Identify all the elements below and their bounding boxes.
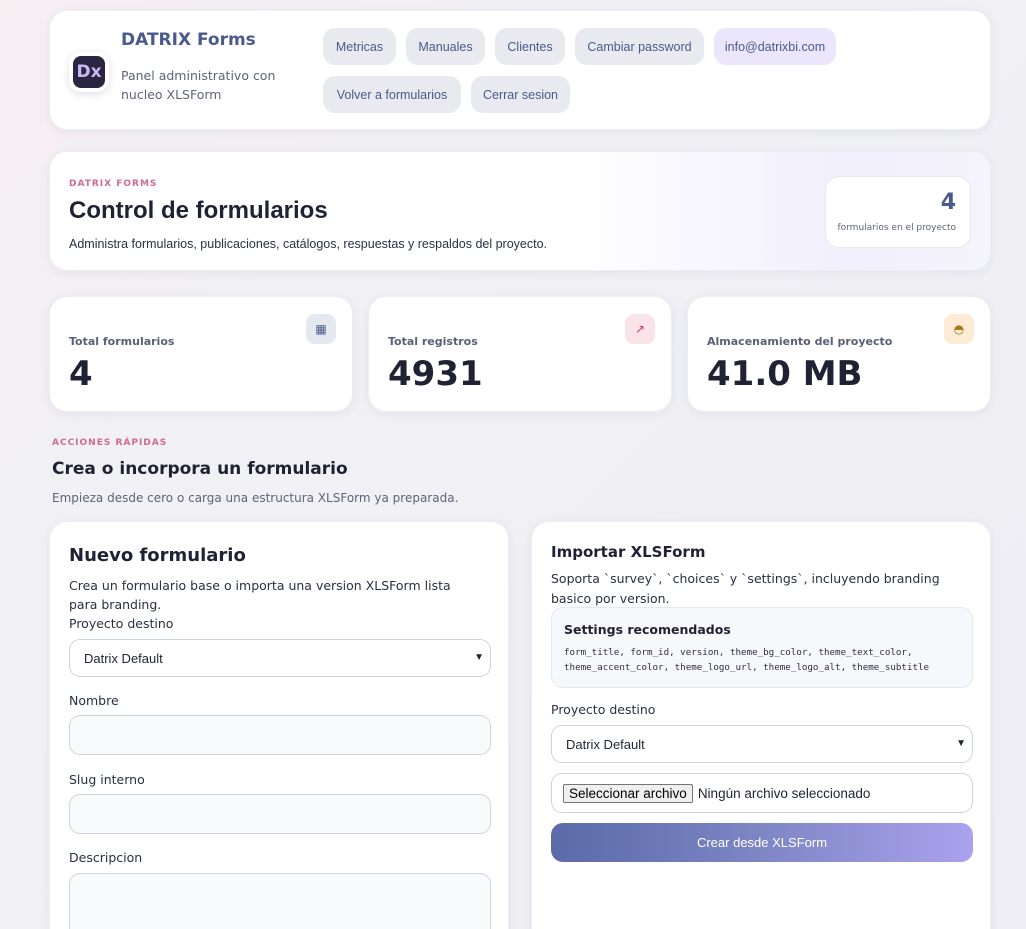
- nav-metricas-button[interactable]: Metricas: [323, 28, 396, 65]
- file-status: Ningún archivo seleccionado: [697, 785, 871, 801]
- brand-subtitle: Panel administrativo con nucleo XLSForm: [121, 68, 276, 102]
- select-file-button[interactable]: Seleccionar archivo: [563, 783, 693, 803]
- import-project-select[interactable]: Datrix Default ▼: [551, 725, 973, 763]
- project-select-value: Datrix Default: [84, 650, 163, 666]
- description-field-label: Descripcion: [69, 850, 143, 865]
- user-email-badge[interactable]: info@datrixbi.com: [714, 28, 836, 65]
- grid-icon: ▦: [306, 314, 336, 344]
- settings-title: Settings recomendados: [564, 622, 731, 637]
- new-form-description: Crea un formulario base o importa una ve…: [69, 578, 451, 612]
- recommended-settings-box: Settings recomendados form_title, form_i…: [551, 607, 973, 688]
- stat-value: 41.0 MB: [707, 354, 863, 394]
- nav-cambiar-password-button[interactable]: Cambiar password: [575, 28, 704, 65]
- forms-count-card: 4 formularios en el proyecto: [825, 176, 971, 248]
- page-title: Control de formularios: [69, 197, 328, 224]
- import-project-label: Proyecto destino: [551, 702, 656, 717]
- stat-card-almacenamiento: ◓ Almacenamiento del proyecto 41.0 MB: [687, 296, 991, 412]
- hero-kicker: DATRIX FORMS: [69, 179, 158, 189]
- nav-clientes-button[interactable]: Clientes: [495, 28, 565, 65]
- import-xlsform-card: Importar XLSForm Soporta `survey`, `choi…: [531, 521, 991, 929]
- file-input[interactable]: Seleccionar archivo Ningún archivo selec…: [551, 773, 973, 813]
- settings-code: form_title, form_id, version, theme_bg_c…: [564, 647, 930, 673]
- quick-actions-title: Crea o incorpora un formulario: [52, 459, 348, 479]
- import-title: Importar XLSForm: [551, 543, 706, 561]
- create-from-xlsform-button[interactable]: Crear desde XLSForm: [551, 823, 973, 862]
- stat-value: 4: [69, 354, 93, 394]
- project-field-label: Proyecto destino: [69, 616, 174, 631]
- forms-count-value: 4: [940, 190, 956, 215]
- chevron-down-icon: ▼: [956, 738, 966, 749]
- brand-logo: Dx: [69, 52, 109, 92]
- name-input[interactable]: [69, 715, 491, 755]
- stat-value: 4931: [388, 354, 483, 394]
- slug-input[interactable]: [69, 794, 491, 834]
- description-textarea[interactable]: [69, 873, 491, 929]
- stat-label: Almacenamiento del proyecto: [707, 335, 893, 348]
- import-project-select-value: Datrix Default: [566, 736, 645, 752]
- storage-disk-icon: ◓: [944, 314, 974, 344]
- stat-label: Total formularios: [69, 335, 175, 348]
- new-form-card: Nuevo formulario Crea un formulario base…: [49, 521, 509, 929]
- quick-actions-kicker: ACCIONES RÁPIDAS: [52, 438, 168, 448]
- logo-mark: Dx: [73, 56, 105, 88]
- stat-label: Total registros: [388, 335, 478, 348]
- top-header: Dx DATRIX Forms Panel administrativo con…: [49, 10, 991, 130]
- stat-card-total-formularios: ▦ Total formularios 4: [49, 296, 353, 412]
- quick-actions-description: Empieza desde cero o carga una estructur…: [52, 491, 459, 505]
- new-form-title: Nuevo formulario: [69, 545, 246, 566]
- slug-field-label: Slug interno: [69, 772, 145, 787]
- page-description: Administra formularios, publicaciones, c…: [69, 237, 548, 251]
- trend-arrow-icon: ↗: [625, 314, 655, 344]
- name-field-label: Nombre: [69, 693, 119, 708]
- forms-count-label: formularios en el proyecto: [837, 223, 956, 233]
- nav-cerrar-sesion-button[interactable]: Cerrar sesion: [471, 76, 570, 113]
- nav-manuales-button[interactable]: Manuales: [406, 28, 485, 65]
- stat-card-total-registros: ↗ Total registros 4931: [368, 296, 672, 412]
- project-select[interactable]: Datrix Default ▼: [69, 639, 491, 677]
- brand-title: DATRIX Forms: [121, 30, 256, 50]
- chevron-down-icon: ▼: [474, 652, 484, 663]
- hero-panel: DATRIX FORMS Control de formularios Admi…: [49, 151, 991, 271]
- nav-volver-formularios-button[interactable]: Volver a formularios: [323, 76, 461, 113]
- import-description: Soporta `survey`, `choices` y `settings`…: [551, 571, 940, 606]
